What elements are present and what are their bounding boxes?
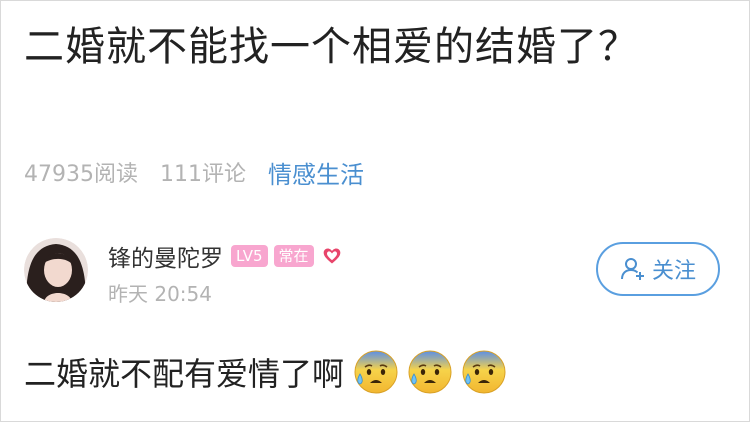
category-link[interactable]: 情感生活	[268, 155, 364, 190]
anxious-sweat-face-icon	[462, 350, 506, 394]
follow-button[interactable]: 关注	[596, 242, 720, 296]
heart-icon	[323, 248, 340, 264]
emoji-row	[346, 348, 508, 396]
user-add-icon	[620, 258, 644, 280]
anxious-sweat-face-icon	[408, 350, 452, 394]
comment-count[interactable]: 111评论	[160, 156, 246, 188]
answer-body: 二婚就不配有爱情了啊	[24, 342, 508, 402]
status-badge: 常在	[273, 245, 314, 267]
read-count: 47935阅读	[24, 162, 138, 187]
level-badge: LV5	[231, 245, 268, 267]
anxious-sweat-face-icon	[354, 350, 398, 394]
author-name-row: 锋的曼陀罗 LV5 常在	[108, 240, 342, 272]
answer-text: 二婚就不配有爱情了啊	[24, 355, 345, 393]
follow-button-label: 关注	[651, 259, 696, 284]
question-title: 二婚就不能找一个相爱的结婚了？	[24, 24, 639, 70]
avatar[interactable]	[24, 238, 88, 302]
post-timestamp: 昨天 20:54	[108, 282, 212, 306]
question-meta: 47935阅读 111评论 情感生活	[24, 154, 364, 190]
avatar-photo-icon	[24, 238, 88, 302]
author-name[interactable]: 锋的曼陀罗	[108, 239, 223, 273]
